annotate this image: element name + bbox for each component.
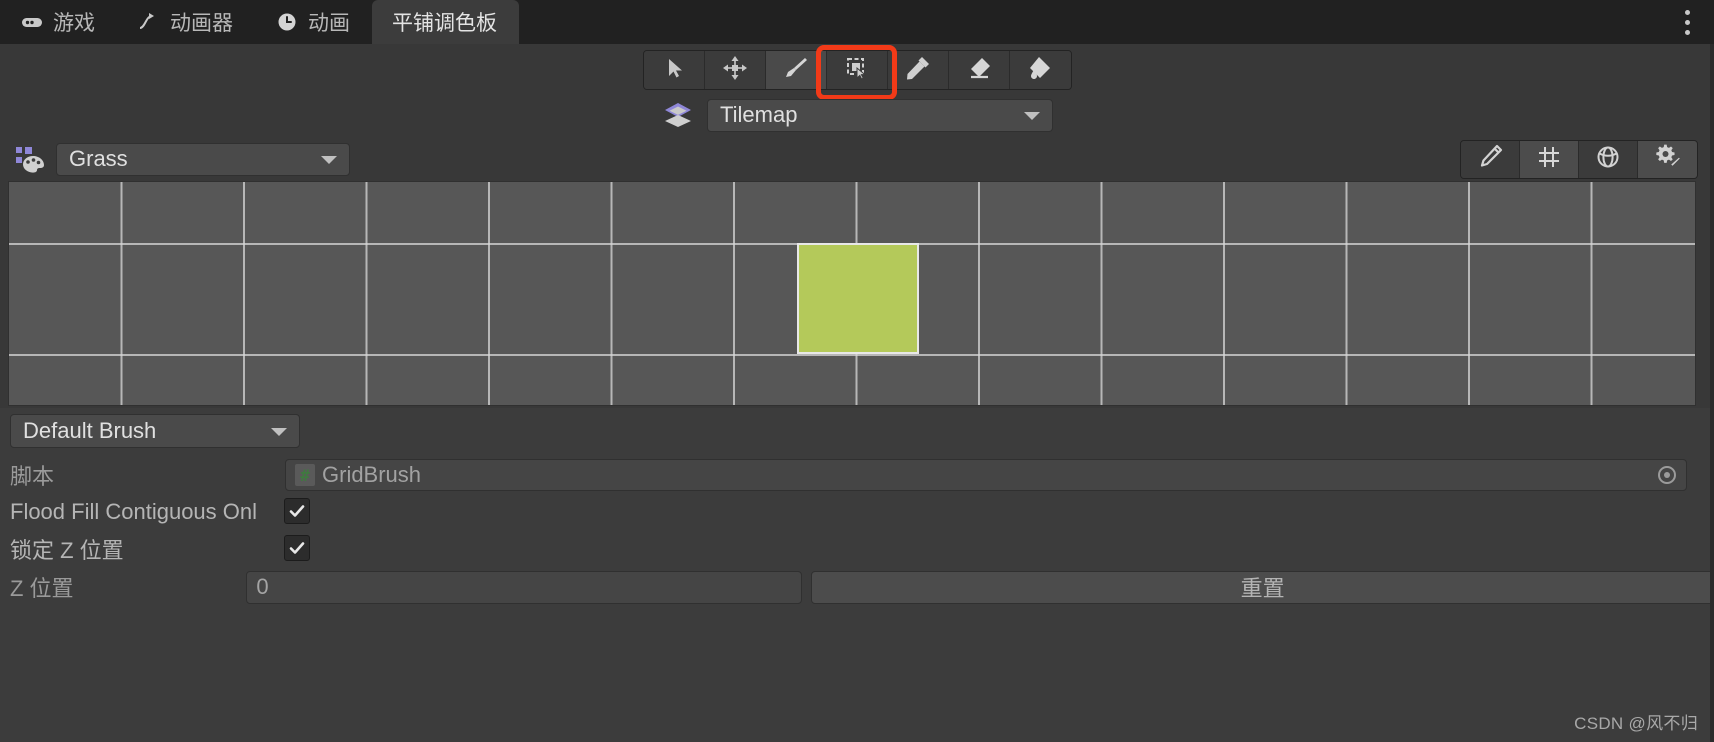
eyedropper-icon — [905, 55, 931, 86]
gear-brush-icon — [1655, 144, 1681, 175]
chevron-down-icon — [271, 428, 287, 436]
kebab-menu-icon[interactable] — [1666, 0, 1708, 44]
brush-dropdown[interactable]: Default Brush — [10, 414, 300, 448]
move-tool[interactable] — [704, 51, 766, 89]
cursor-arrow-icon — [662, 56, 686, 85]
selected-tile[interactable] — [797, 243, 919, 354]
script-badge-icon: # — [295, 464, 315, 486]
move-arrows-icon — [722, 55, 748, 86]
select-tool[interactable] — [643, 51, 705, 89]
lock-z-row: 锁定 Z 位置 — [0, 531, 1714, 567]
palette-dropdown[interactable]: Grass — [56, 142, 350, 176]
tab-label: 动画器 — [170, 12, 233, 35]
flood-fill-checkbox[interactable] — [284, 498, 310, 524]
globe-gizmo-icon — [1595, 144, 1621, 175]
z-position-row: Z 位置 0 重置 — [0, 568, 1714, 606]
script-value: GridBrush — [322, 462, 422, 487]
gizmo-button[interactable] — [1579, 141, 1638, 178]
box-select-tool[interactable] — [826, 51, 888, 89]
watermark: CSDN @风不归 — [1574, 714, 1698, 733]
script-row: 脚本 # GridBrush — [0, 458, 1714, 492]
object-picker-icon[interactable] — [1658, 466, 1676, 484]
layers-icon — [661, 100, 695, 130]
checkmark-icon — [289, 542, 305, 554]
grid-icon — [1536, 144, 1562, 175]
tab-animator[interactable]: 动画器 — [117, 0, 255, 44]
tab-game[interactable]: 游戏 — [0, 0, 117, 44]
tilemap-row: Tilemap — [0, 95, 1714, 135]
tile-palette-window: 游戏 动画器 动画 平铺调色板 Tilemap Grass Default Br… — [0, 0, 1714, 742]
tab-label: 平铺调色板 — [392, 12, 497, 35]
brush-inspector: Default Brush 脚本 # GridBrush Flood Fill … — [0, 408, 1714, 742]
palette-tool-buttons — [1460, 140, 1698, 179]
lock-z-checkbox[interactable] — [284, 535, 310, 561]
tool-strip — [0, 44, 1714, 96]
reset-button-label: 重置 — [1240, 576, 1285, 601]
tilemap-dropdown-value: Tilemap — [720, 102, 798, 127]
reset-button[interactable]: 重置 — [811, 570, 1714, 604]
tab-bar: 游戏 动画器 动画 平铺调色板 — [0, 0, 1714, 44]
palette-dropdown-value: Grass — [69, 146, 128, 171]
chevron-down-icon — [321, 156, 337, 164]
eraser-tool[interactable] — [948, 51, 1010, 89]
palette-row: Grass — [0, 138, 1714, 180]
gamepad-icon — [20, 10, 44, 34]
paintbrush-icon — [783, 55, 809, 86]
script-object-field[interactable]: # GridBrush — [285, 459, 1687, 491]
tab-label: 动画 — [308, 12, 350, 35]
paint-brush-tool[interactable] — [765, 51, 827, 89]
chevron-down-icon — [1024, 112, 1040, 120]
window-right-edge — [1710, 44, 1714, 742]
tilemap-dropdown[interactable]: Tilemap — [707, 98, 1053, 132]
z-position-input[interactable]: 0 — [246, 570, 803, 604]
tab-tile-palette[interactable]: 平铺调色板 — [372, 0, 519, 44]
lock-z-label: 锁定 Z 位置 — [10, 538, 124, 563]
clock-icon — [275, 10, 299, 34]
tab-label: 游戏 — [53, 12, 95, 35]
eraser-icon — [966, 55, 992, 86]
flood-fill-row: Flood Fill Contiguous Onl — [0, 494, 1714, 530]
flood-fill-label: Flood Fill Contiguous Onl — [10, 499, 258, 524]
brush-dropdown-value: Default Brush — [23, 418, 157, 443]
palette-grid-canvas[interactable] — [8, 181, 1696, 406]
tab-animation[interactable]: 动画 — [255, 0, 372, 44]
checkmark-icon — [289, 505, 305, 517]
picker-tool[interactable] — [887, 51, 949, 89]
z-position-label: Z 位置 — [10, 576, 74, 601]
marquee-select-icon — [844, 55, 870, 86]
script-label: 脚本 — [10, 464, 55, 489]
palette-icon — [15, 146, 45, 174]
tool-group — [642, 50, 1072, 90]
grid-toggle-button[interactable] — [1520, 141, 1579, 178]
edit-palette-button[interactable] — [1461, 141, 1520, 178]
animator-icon — [137, 10, 161, 34]
paint-bucket-icon — [1027, 55, 1053, 86]
fill-tool[interactable] — [1009, 51, 1071, 89]
z-position-value: 0 — [256, 574, 269, 599]
settings-button[interactable] — [1638, 141, 1697, 178]
pencil-icon — [1477, 144, 1503, 175]
